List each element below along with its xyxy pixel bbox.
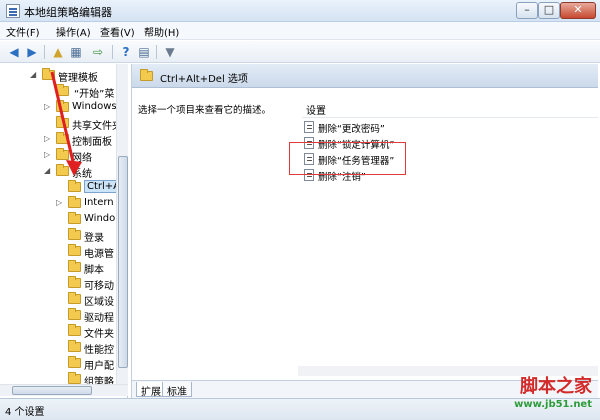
toolbar-separator xyxy=(44,45,45,59)
maximize-button[interactable]: □ xyxy=(538,2,560,19)
folder-icon xyxy=(68,244,81,256)
folder-icon xyxy=(68,372,81,384)
forward-arrow-icon[interactable]: ▶ xyxy=(24,44,40,60)
window-title: 本地组策略编辑器 xyxy=(24,6,112,19)
annotation-arrow xyxy=(50,71,82,176)
close-button[interactable]: ✕ xyxy=(560,2,596,19)
menu-action[interactable]: 操作(A) xyxy=(56,24,91,39)
policy-row[interactable]: 删除“更改密码” xyxy=(302,120,598,136)
properties-icon[interactable]: ▤ xyxy=(136,44,152,60)
title-bar: 本地组策略编辑器 – □ ✕ xyxy=(0,0,600,22)
export-list-icon[interactable]: ⇨ xyxy=(90,44,106,60)
minimize-button[interactable]: – xyxy=(516,2,538,19)
policy-tree[interactable]: ◢ 管理模板 “开始”菜 ▷ Windows 共享文件夹 ▷ 控制面板 ▷ 网络… xyxy=(0,64,128,398)
watermark-url: www.jb51.net xyxy=(514,399,592,410)
tree-horizontal-scrollbar[interactable] xyxy=(0,384,128,396)
scrollbar-thumb[interactable] xyxy=(12,386,92,395)
folder-icon xyxy=(68,196,81,208)
folder-icon xyxy=(68,292,81,304)
policy-setting-icon xyxy=(304,121,314,133)
status-bar: 4 个设置 xyxy=(0,398,600,420)
gpedit-app-icon xyxy=(6,4,20,18)
back-arrow-icon[interactable]: ◀ xyxy=(6,44,22,60)
tree-vertical-scrollbar[interactable] xyxy=(116,64,128,384)
folder-icon xyxy=(68,324,81,336)
up-folder-icon[interactable]: ▲ xyxy=(50,44,66,60)
menu-view[interactable]: 查看(V) xyxy=(100,24,135,39)
toolbar: ◀ ▶ ▲ ▦ ⇨ ? ▤ ▼ xyxy=(0,41,600,63)
folder-icon xyxy=(68,308,81,320)
menu-help[interactable]: 帮助(H) xyxy=(144,24,179,39)
details-title: Ctrl+Alt+Del 选项 xyxy=(160,74,248,85)
show-tree-icon[interactable]: ▦ xyxy=(68,44,84,60)
filter-icon[interactable]: ▼ xyxy=(162,44,178,60)
menu-file[interactable]: 文件(F) xyxy=(6,24,40,39)
watermark-logo: 脚本之家 xyxy=(520,376,592,397)
details-pane: Ctrl+Alt+Del 选项 选择一个项目来查看它的描述。 设置 删除“更改密… xyxy=(131,64,598,398)
toolbar-separator xyxy=(156,45,157,59)
folder-icon xyxy=(68,180,81,192)
collapsed-arrow-icon[interactable]: ▷ xyxy=(56,198,66,207)
status-text: 4 个设置 xyxy=(5,407,45,418)
folder-icon xyxy=(68,356,81,368)
folder-icon xyxy=(68,340,81,352)
expand-arrow-icon[interactable]: ◢ xyxy=(30,70,40,79)
settings-column-header[interactable]: 设置 xyxy=(302,100,598,118)
tab-standard[interactable]: 标准 xyxy=(162,382,192,398)
folder-icon xyxy=(68,212,81,224)
help-icon[interactable]: ? xyxy=(118,44,134,60)
description-text: 选择一个项目来查看它的描述。 xyxy=(138,105,272,116)
annotation-highlight-box xyxy=(289,142,406,175)
folder-icon xyxy=(140,69,153,81)
folder-icon xyxy=(68,276,81,288)
scrollbar-thumb[interactable] xyxy=(118,156,128,368)
menu-bar: 文件(F) 操作(A) 查看(V) 帮助(H) xyxy=(0,22,600,40)
folder-icon xyxy=(68,260,81,272)
folder-icon xyxy=(68,228,81,240)
toolbar-separator xyxy=(112,45,113,59)
details-header: Ctrl+Alt+Del 选项 xyxy=(132,64,598,88)
